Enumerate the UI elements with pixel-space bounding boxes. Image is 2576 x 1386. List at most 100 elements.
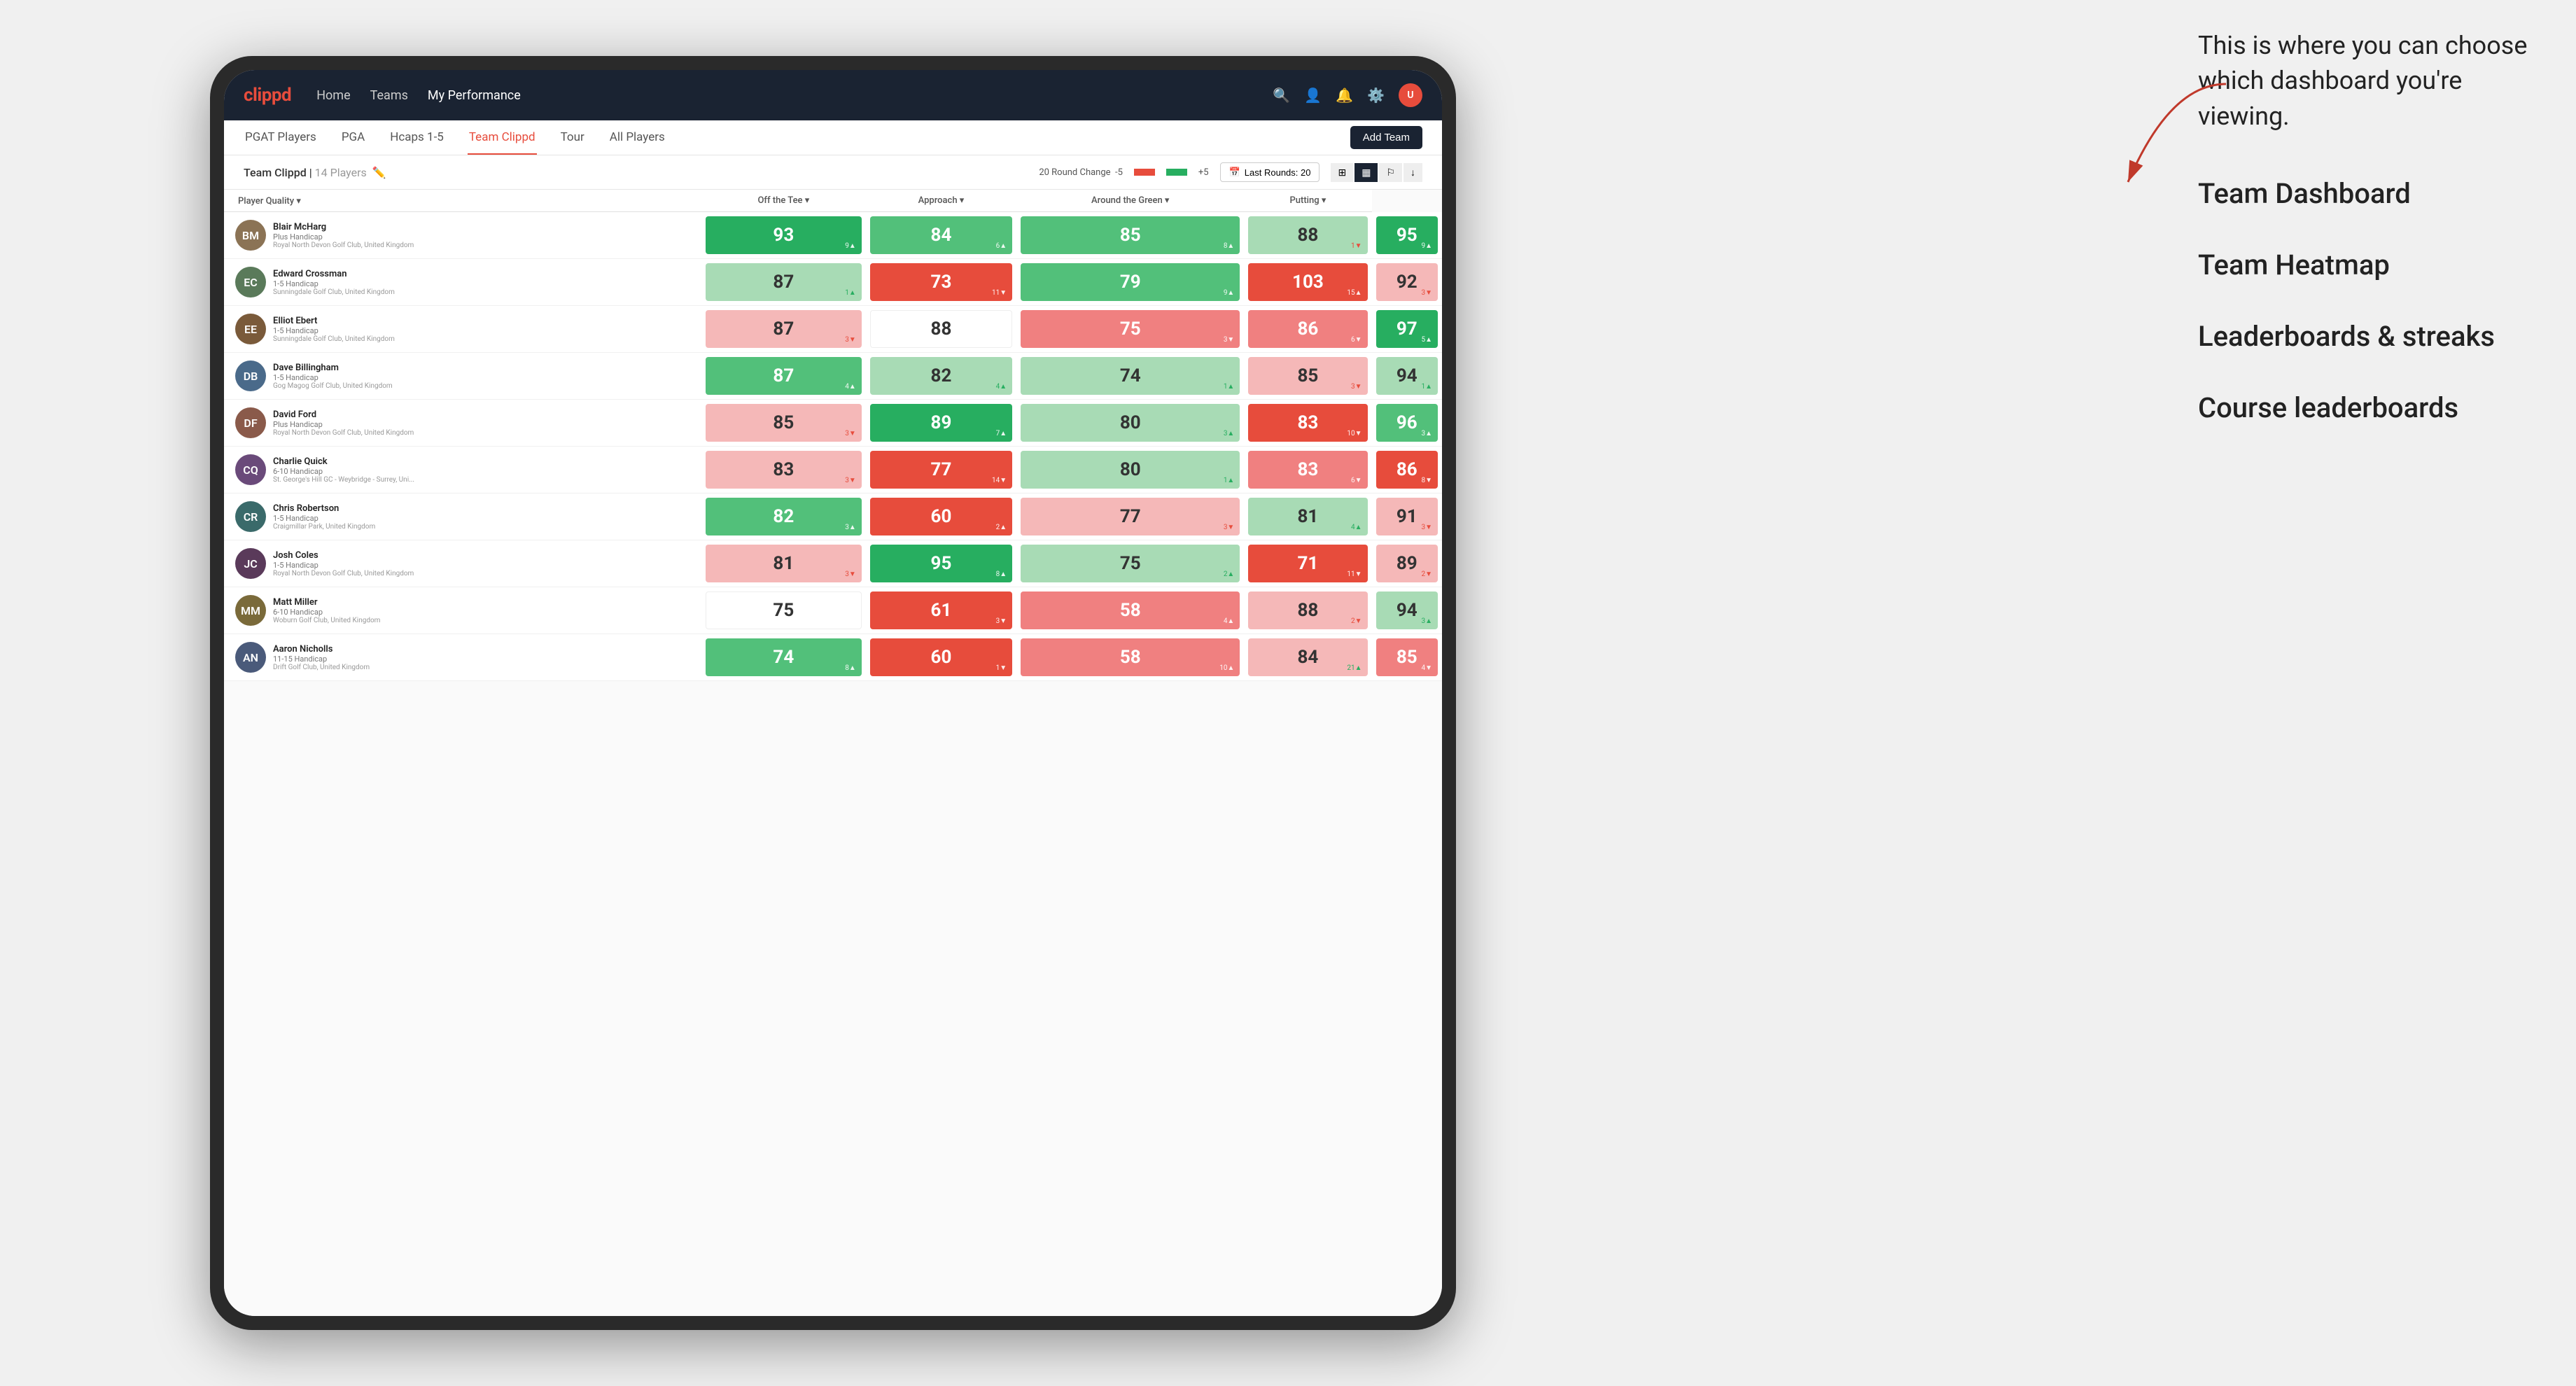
metric-value: 87 bbox=[773, 272, 794, 293]
metric-cell: 853▼ bbox=[1244, 353, 1371, 400]
col-around-green[interactable]: Around the Green ▾ bbox=[1016, 190, 1244, 212]
tab-tour[interactable]: Tour bbox=[559, 120, 586, 155]
metric-cell: 958▲ bbox=[866, 540, 1016, 587]
player-cell[interactable]: EE Elliot Ebert1-5 HandicapSunningdale Go… bbox=[224, 306, 701, 353]
player-cell[interactable]: CQCharlie Quick6-10 HandicapSt. George's… bbox=[224, 447, 701, 493]
player-cell[interactable]: ANAaron Nicholls11-15 HandicapDrift Golf… bbox=[224, 634, 701, 681]
nav-link-teams[interactable]: Teams bbox=[370, 88, 408, 103]
metric-value: 94 bbox=[1396, 365, 1418, 386]
player-cell[interactable]: DFDavid FordPlus HandicapRoyal North Dev… bbox=[224, 400, 701, 447]
metric-change: 3▼ bbox=[996, 617, 1007, 625]
player-info: Edward Crossman1-5 HandicapSunningdale G… bbox=[273, 269, 693, 296]
tab-all-players[interactable]: All Players bbox=[608, 120, 666, 155]
player-name: Chris Robertson bbox=[273, 503, 693, 514]
metric-cell: 7311▼ bbox=[866, 259, 1016, 306]
player-cell[interactable]: BMBlair McHargPlus HandicapRoyal North D… bbox=[224, 212, 701, 259]
team-controls: 20 Round Change -5 +5 📅 Last Rounds: 20 … bbox=[1039, 162, 1422, 182]
avatar: MM bbox=[235, 595, 266, 626]
metric-value: 95 bbox=[931, 553, 952, 574]
metric-change: 1▼ bbox=[996, 664, 1007, 672]
last-rounds-button[interactable]: 📅 Last Rounds: 20 bbox=[1220, 162, 1320, 182]
metric-change: 6▲ bbox=[996, 242, 1007, 250]
settings-icon[interactable]: ⚙️ bbox=[1367, 87, 1385, 104]
col-player-quality[interactable]: Player Quality ▾ bbox=[224, 190, 701, 212]
nav-links: Home Teams My Performance bbox=[316, 88, 1273, 103]
player-club: Royal North Devon Golf Club, United King… bbox=[273, 241, 693, 249]
bell-icon[interactable]: 🔔 bbox=[1336, 87, 1353, 104]
add-team-button[interactable]: Add Team bbox=[1350, 126, 1422, 149]
metric-cell: 963▲ bbox=[1372, 400, 1443, 447]
player-name: Matt Miller bbox=[273, 597, 693, 608]
col-putting[interactable]: Putting ▾ bbox=[1244, 190, 1371, 212]
metric-change: 5▲ bbox=[1421, 336, 1432, 344]
avatar: CR bbox=[235, 501, 266, 532]
metric-change: 8▲ bbox=[845, 664, 856, 672]
metric-cell: 833▼ bbox=[701, 447, 866, 493]
metric-value: 94 bbox=[1396, 600, 1418, 621]
metric-cell: 5810▲ bbox=[1016, 634, 1244, 681]
player-cell[interactable]: CRChris Robertson1-5 HandicapCraigmillar… bbox=[224, 493, 701, 540]
metric-cell: 943▲ bbox=[1372, 587, 1443, 634]
metric-cell: 881▼ bbox=[1244, 212, 1371, 259]
player-cell[interactable]: ECEdward Crossman1-5 HandicapSunningdale… bbox=[224, 259, 701, 306]
col-off-tee[interactable]: Off the Tee ▾ bbox=[701, 190, 866, 212]
annotation-menu-item: Course leaderboards bbox=[2198, 390, 2534, 426]
metric-cell: 939▲ bbox=[701, 212, 866, 259]
player-cell[interactable]: MM Matt Miller6-10 HandicapWoburn Golf Cl… bbox=[224, 587, 701, 634]
table-header-row: Player Quality ▾ Off the Tee ▾ Approach … bbox=[224, 190, 1442, 212]
metric-change: 6▼ bbox=[1351, 477, 1362, 484]
search-icon[interactable]: 🔍 bbox=[1273, 87, 1290, 104]
avatar: EE bbox=[235, 314, 266, 344]
metric-cell: 8310▼ bbox=[1244, 400, 1371, 447]
col-approach[interactable]: Approach ▾ bbox=[866, 190, 1016, 212]
tab-team-clippd[interactable]: Team Clippd bbox=[468, 120, 537, 155]
tab-pga[interactable]: PGA bbox=[340, 120, 366, 155]
metric-value: 86 bbox=[1396, 459, 1418, 480]
view-grid-btn[interactable]: ⊞ bbox=[1331, 163, 1353, 182]
metric-cell: 923▼ bbox=[1372, 259, 1443, 306]
player-info: Matt Miller6-10 HandicapWoburn Golf Club… bbox=[273, 597, 693, 624]
metric-value: 60 bbox=[931, 506, 952, 527]
view-heatmap-btn[interactable]: ▦ bbox=[1354, 163, 1378, 182]
player-handicap: 1-5 Handicap bbox=[273, 279, 693, 288]
player-club: Craigmillar Park, United Kingdom bbox=[273, 523, 693, 531]
table-row: EE Elliot Ebert1-5 HandicapSunningdale Go… bbox=[224, 306, 1442, 353]
profile-icon[interactable]: 👤 bbox=[1304, 87, 1322, 104]
metric-cell: 75 bbox=[701, 587, 866, 634]
metric-cell: 873▼ bbox=[701, 306, 866, 353]
metric-change: 4▲ bbox=[996, 383, 1007, 391]
user-avatar[interactable]: U bbox=[1399, 83, 1422, 107]
metric-cell: 868▼ bbox=[1372, 447, 1443, 493]
metric-value: 80 bbox=[1120, 459, 1141, 480]
metric-change: 6▼ bbox=[1351, 336, 1362, 344]
metric-cell: 741▲ bbox=[1016, 353, 1244, 400]
metric-cell: 858▲ bbox=[1016, 212, 1244, 259]
player-cell[interactable]: JCJosh Coles1-5 HandicapRoyal North Devo… bbox=[224, 540, 701, 587]
player-cell[interactable]: DBDave Billingham1-5 HandicapGog Magog G… bbox=[224, 353, 701, 400]
metric-change: 3▲ bbox=[1224, 430, 1235, 438]
metric-value: 81 bbox=[1298, 506, 1319, 527]
nav-link-my-performance[interactable]: My Performance bbox=[428, 88, 521, 103]
metric-value: 75 bbox=[773, 600, 794, 621]
annotation-menu-item: Team Dashboard bbox=[2198, 176, 2534, 212]
metric-cell: 882▼ bbox=[1244, 587, 1371, 634]
tab-hcaps[interactable]: Hcaps 1-5 bbox=[388, 120, 445, 155]
view-download-btn[interactable]: ↓ bbox=[1404, 163, 1422, 182]
metric-value: 83 bbox=[773, 459, 794, 480]
player-info: Dave Billingham1-5 HandicapGog Magog Gol… bbox=[273, 363, 693, 390]
metric-change: 4▼ bbox=[1421, 664, 1432, 672]
table-row: CQCharlie Quick6-10 HandicapSt. George's… bbox=[224, 447, 1442, 493]
metric-cell: 799▲ bbox=[1016, 259, 1244, 306]
view-flag-btn[interactable]: ⚐ bbox=[1379, 163, 1402, 182]
metric-value: 88 bbox=[931, 318, 952, 340]
metric-value: 81 bbox=[773, 553, 794, 574]
player-info: Elliot Ebert1-5 HandicapSunningdale Golf… bbox=[273, 316, 693, 343]
tablet-screen: clippd Home Teams My Performance 🔍 👤 🔔 ⚙… bbox=[224, 70, 1442, 1316]
tablet-frame: clippd Home Teams My Performance 🔍 👤 🔔 ⚙… bbox=[210, 56, 1456, 1330]
metric-cell: 7111▼ bbox=[1244, 540, 1371, 587]
metric-change: 1▲ bbox=[1224, 383, 1235, 391]
nav-link-home[interactable]: Home bbox=[316, 88, 350, 103]
metric-change: 9▲ bbox=[1421, 242, 1432, 250]
edit-icon[interactable]: ✏️ bbox=[372, 166, 386, 179]
tab-pgat-players[interactable]: PGAT Players bbox=[244, 120, 318, 155]
